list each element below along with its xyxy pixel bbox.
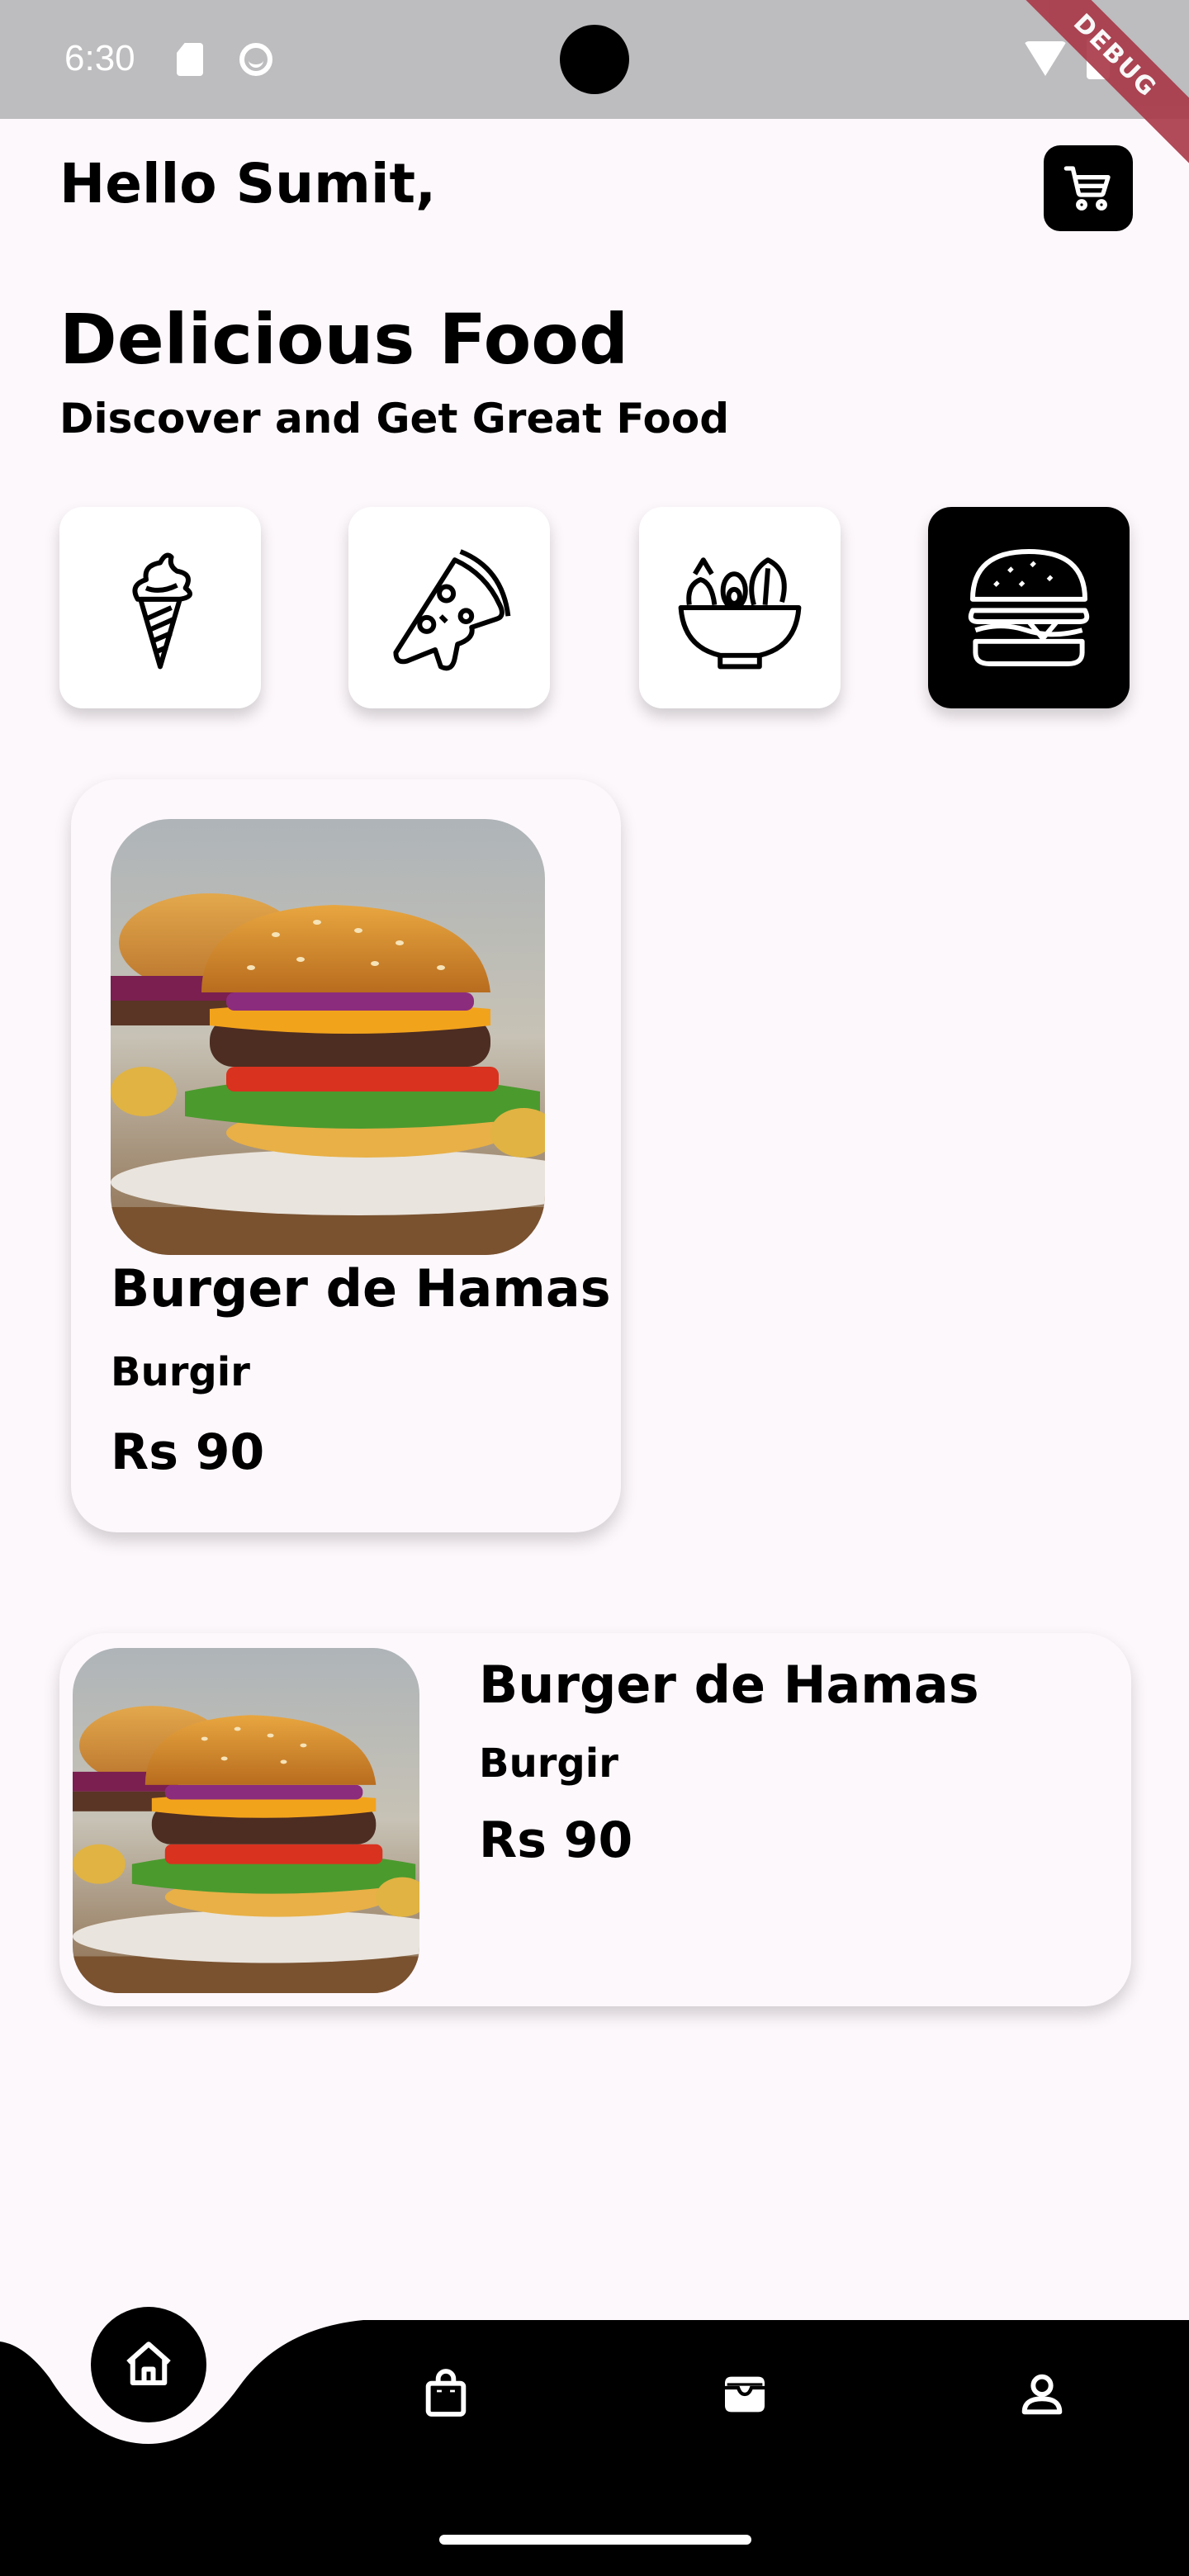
category-ice-cream[interactable] <box>59 507 261 708</box>
status-time: 6:30 <box>64 38 135 78</box>
food-list-item[interactable]: Burger de Hamas Burgir Rs 90 <box>59 1633 1131 2006</box>
category-pizza[interactable] <box>348 507 550 708</box>
profile-icon <box>1021 2374 1063 2415</box>
salad-icon <box>678 557 802 670</box>
pizza-icon <box>393 549 511 671</box>
burger-icon <box>968 549 1090 666</box>
nav-orders-button[interactable] <box>413 2361 479 2427</box>
burger-photo <box>111 819 545 1255</box>
nav-home-button[interactable] <box>91 2307 206 2422</box>
wallet-icon <box>725 2376 765 2413</box>
food-category: Burgir <box>479 1740 618 1787</box>
cart-icon <box>1063 166 1111 211</box>
burger-photo <box>73 1648 419 1993</box>
page-subtitle: Discover and Get Great Food <box>59 395 730 443</box>
category-burger[interactable] <box>928 507 1130 708</box>
food-price: Rs 90 <box>479 1811 633 1869</box>
page-title: Delicious Food <box>59 299 629 380</box>
gesture-handle[interactable] <box>439 2535 751 2545</box>
status-bar: 6:30 <box>0 0 1189 119</box>
camera-cutout <box>560 25 629 94</box>
home-icon <box>126 2342 171 2386</box>
sd-card-icon <box>177 43 203 76</box>
shopping-bag-icon <box>425 2369 467 2417</box>
ice-cream-icon <box>132 552 192 670</box>
food-category: Burgir <box>111 1349 250 1395</box>
notification-face-icon <box>239 43 272 76</box>
category-salad[interactable] <box>639 507 841 708</box>
food-name: Burger de Hamas <box>479 1655 979 1715</box>
nav-profile-button[interactable] <box>1011 2361 1073 2427</box>
greeting-text: Hello Sumit, <box>59 152 437 215</box>
nav-wallet-button[interactable] <box>710 2361 779 2427</box>
food-name: Burger de Hamas <box>111 1258 611 1319</box>
wifi-icon <box>1024 41 1067 76</box>
bottom-navigation <box>0 2295 1189 2576</box>
featured-food-card[interactable]: Burger de Hamas Burgir Rs 90 <box>71 779 621 1532</box>
food-price: Rs 90 <box>111 1423 265 1481</box>
cart-button[interactable] <box>1044 145 1133 231</box>
